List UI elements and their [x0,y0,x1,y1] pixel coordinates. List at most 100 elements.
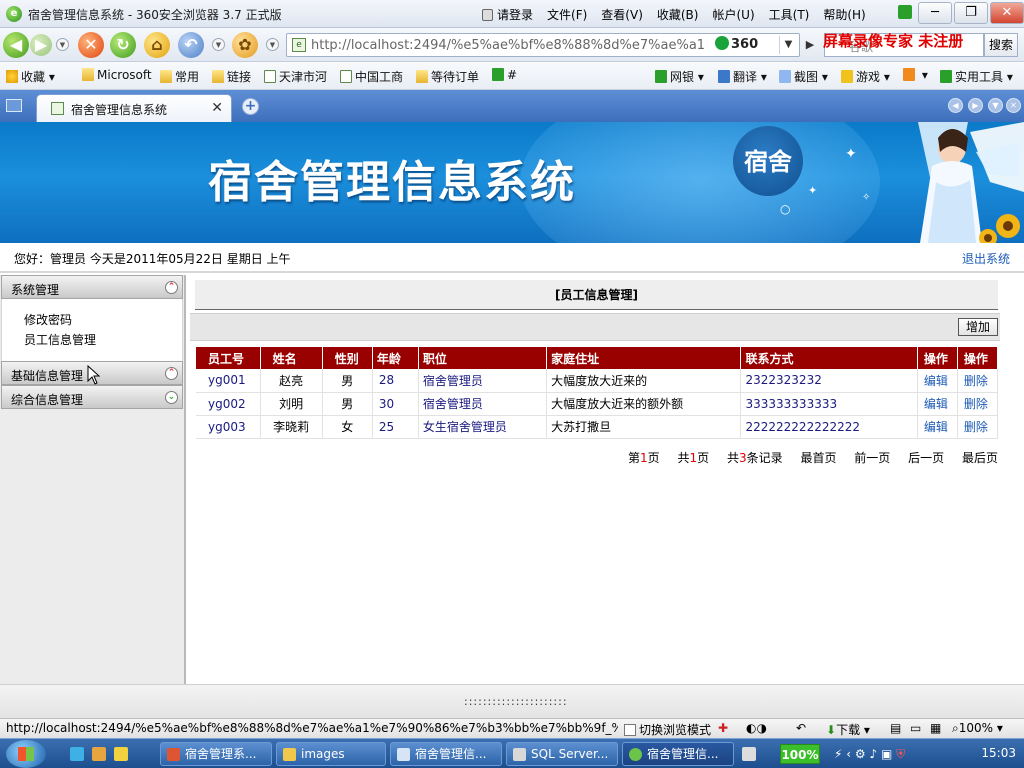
next-page-link[interactable]: 后一页 [908,451,944,465]
menu-account[interactable]: 帐户(U) [712,6,754,23]
menu-tools[interactable]: 工具(T) [769,6,810,23]
toggle-icon[interactable]: ◐◑ [746,721,767,735]
edit-link[interactable]: 编辑 [917,392,958,416]
paw-icon[interactable]: ✿ [232,32,258,58]
paw-dropdown-icon[interactable]: ▼ [266,38,279,51]
folder-quicklaunch-icon[interactable] [92,747,106,761]
layout-icon[interactable]: ▦ [930,721,941,735]
add-button[interactable]: 增加 [958,318,998,336]
fav-common[interactable]: 常用 [160,68,199,85]
task-sql-server[interactable]: SQL Server... [506,742,618,766]
tool-games[interactable]: 游戏 ▾ [841,68,890,85]
cell-name: 李晓莉 [260,415,323,439]
ie-quicklaunch-icon[interactable] [70,747,84,761]
edit-link[interactable]: 编辑 [917,415,958,439]
sidebar-item-employee-info[interactable]: 员工信息管理 [24,330,182,350]
task-dorm-system-2[interactable]: 宿舍管理信... [390,742,502,766]
task-images[interactable]: images [276,742,386,766]
expand-icon[interactable]: ⌄ [165,391,178,404]
menu-view[interactable]: 查看(V) [601,6,643,23]
tray-settings-icon[interactable]: ⚙ [855,747,866,761]
delete-link[interactable]: 删除 [957,415,999,439]
address-dropdown-icon[interactable]: ▼ [779,36,797,54]
home-icon[interactable]: ⌂ [144,32,170,58]
start-button[interactable] [6,740,46,768]
delete-link[interactable]: 删除 [957,369,999,393]
tab-dormitory-system[interactable]: 宿舍管理信息系统 ✕ [36,94,232,122]
content-toolbar: 增加 [190,313,1000,341]
sidebar-toggle-icon[interactable] [6,99,22,112]
back-icon[interactable]: ◀ [3,32,29,58]
volume-icon[interactable]: ♪ [870,747,878,761]
fav-icbc[interactable]: 中国工商 [340,68,403,85]
sidebar-section-general-info[interactable]: 综合信息管理 ⌄ [1,385,183,409]
stop-icon[interactable]: ✕ [78,32,104,58]
close-tab-icon[interactable]: ✕ [211,100,223,116]
undo-close-icon[interactable]: ↶ [178,32,204,58]
go-icon[interactable]: ▶ [802,36,818,54]
switch-mode-button[interactable]: 切换浏览模式 [624,721,711,738]
collapse-icon[interactable]: ⌃ [165,281,178,294]
security-shield-icon[interactable]: ⛨ [896,747,905,761]
close-all-tabs-icon[interactable]: ✕ [1006,98,1021,113]
zoom-indicator[interactable]: 100% [780,744,820,764]
sidebar-section-system[interactable]: 系统管理 ⌃ [1,275,183,299]
logout-link[interactable]: 退出系统 [962,250,1010,267]
favorites-menu[interactable]: 收藏 ▾ [6,68,55,85]
maximize-button[interactable]: ❐ [954,2,988,24]
fav-microsoft[interactable]: Microsoft [82,68,152,82]
menu-help[interactable]: 帮助(H) [823,6,865,23]
refresh-icon[interactable]: ↻ [110,32,136,58]
forward-icon[interactable]: ▶ [30,34,52,56]
plus-icon[interactable]: ✚ [718,721,728,735]
fav-orders[interactable]: 等待订单 [416,68,479,85]
tab-list-icon[interactable]: ▼ [988,98,1003,113]
tool-utilities[interactable]: 实用工具 ▾ [940,68,1013,85]
security-badge[interactable]: 360 [715,36,773,54]
delete-link[interactable]: 删除 [957,392,999,416]
download-button[interactable]: ⬇下载 ▾ [826,721,870,738]
history-dropdown-icon[interactable]: ▼ [56,38,69,51]
edit-link[interactable]: 编辑 [917,369,958,393]
browser-status-bar: http://localhost:2494/%e5%ae%bf%e8%88%8d… [0,718,1024,738]
menu-favorites[interactable]: 收藏(B) [657,6,699,23]
tab-scroll-right-icon[interactable]: ▶ [968,98,983,113]
sidebar-item-change-password[interactable]: 修改密码 [24,310,182,330]
notes-icon[interactable]: ▤ [890,721,901,735]
back-icon[interactable]: ‹ [846,747,851,761]
tool-extra[interactable]: ▾ [903,68,928,82]
tool-translate[interactable]: 翻译 ▾ [718,68,767,85]
zoom-control[interactable]: ⌕100% ▾ [952,721,1003,736]
search-button[interactable]: 搜索 [984,33,1018,57]
pagination: 第1页 共1页 共3条记录 最首页 前一页 后一页 最后页 [614,449,998,466]
menu-file[interactable]: 文件(F) [547,6,587,23]
fav-tianjin[interactable]: 天津市河 [264,68,327,85]
frame-splitter[interactable]: :::::::::::::::::::::: [0,684,1024,718]
new-tab-icon[interactable]: + [242,98,259,115]
window-list-icon[interactable]: ▭ [910,721,921,735]
fav-hash[interactable]: # [492,68,517,82]
login-link[interactable]: 请登录 [482,6,533,23]
task-dorm-system-1[interactable]: 宿舍管理系... [160,742,272,766]
minimize-button[interactable]: ─ [918,2,952,24]
tab-scroll-left-icon[interactable]: ◀ [948,98,963,113]
prev-page-link[interactable]: 前一页 [854,451,890,465]
tool-screenshot[interactable]: 截图 ▾ [779,68,828,85]
cell-gender: 男 [322,369,373,393]
back-arrow-icon[interactable]: ↶ [796,721,806,735]
last-page-link[interactable]: 最后页 [962,451,998,465]
fav-links[interactable]: 链接 [212,68,251,85]
first-page-link[interactable]: 最首页 [800,451,836,465]
task-dorm-system-3[interactable]: 宿舍管理信... [622,742,734,766]
keyboard-icon[interactable] [742,747,756,761]
skin-icon[interactable] [898,5,912,19]
undo-dropdown-icon[interactable]: ▼ [212,38,225,51]
table-row: yg003 李晓莉 女 25 女生宿舍管理员 大苏打撒旦 22222222222… [196,415,999,439]
close-window-button[interactable]: ✕ [990,2,1024,24]
network-icon[interactable]: ▣ [881,747,892,761]
expand-icon[interactable]: ⌃ [165,367,178,380]
tool-ebank[interactable]: 网银 ▾ [655,68,704,85]
explorer-quicklaunch-icon[interactable] [114,747,128,761]
address-input[interactable] [311,36,711,54]
power-icon[interactable]: ⚡ [834,747,842,761]
